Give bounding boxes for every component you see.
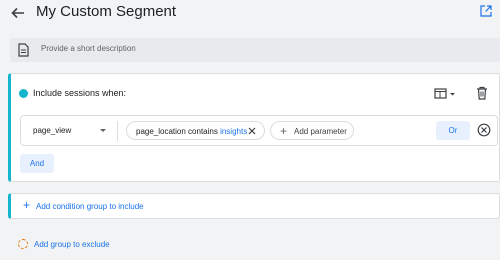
description-placeholder: Provide a short description (41, 44, 136, 53)
include-title: Include sessions when: (33, 88, 127, 98)
description-field[interactable]: Provide a short description (10, 38, 500, 62)
parameter-filter-chip[interactable]: page_location contains insights (126, 121, 265, 140)
delete-icon[interactable] (476, 86, 488, 100)
header: My Custom Segment (0, 0, 500, 28)
divider (117, 121, 118, 141)
condition-row: page_view page_location contains insight… (20, 115, 498, 146)
page-title: My Custom Segment (36, 3, 177, 20)
chip-text: page_location contains insights (136, 127, 247, 136)
event-select[interactable]: page_view (21, 116, 117, 145)
event-select-value: page_view (33, 126, 72, 135)
exclude-circle-icon (18, 239, 28, 249)
add-condition-group-button[interactable]: + Add condition group to include (8, 193, 500, 219)
scope-selector-icon[interactable] (434, 87, 456, 101)
add-exclude-group-label: Add group to exclude (34, 240, 110, 249)
open-in-new-icon[interactable] (480, 5, 492, 17)
add-parameter-label: Add parameter (294, 127, 347, 136)
plus-icon: + (23, 198, 31, 212)
plus-icon: + (280, 124, 288, 138)
document-icon (18, 43, 29, 57)
chip-value: insights (220, 127, 248, 136)
include-indicator-dot (19, 89, 28, 98)
add-parameter-button[interactable]: + Add parameter (270, 121, 354, 140)
and-button[interactable]: And (20, 154, 54, 173)
close-icon[interactable] (247, 126, 257, 136)
dropdown-caret-icon (100, 129, 106, 132)
or-button[interactable]: Or (436, 121, 470, 140)
chip-prefix: page_location contains (136, 127, 218, 136)
back-arrow-icon[interactable] (10, 5, 26, 21)
add-condition-group-label: Add condition group to include (36, 202, 144, 211)
remove-condition-icon[interactable] (477, 123, 491, 137)
include-condition-group: Include sessions when: page_view page_lo… (8, 73, 500, 182)
add-exclude-group-button[interactable]: Add group to exclude (18, 236, 158, 252)
